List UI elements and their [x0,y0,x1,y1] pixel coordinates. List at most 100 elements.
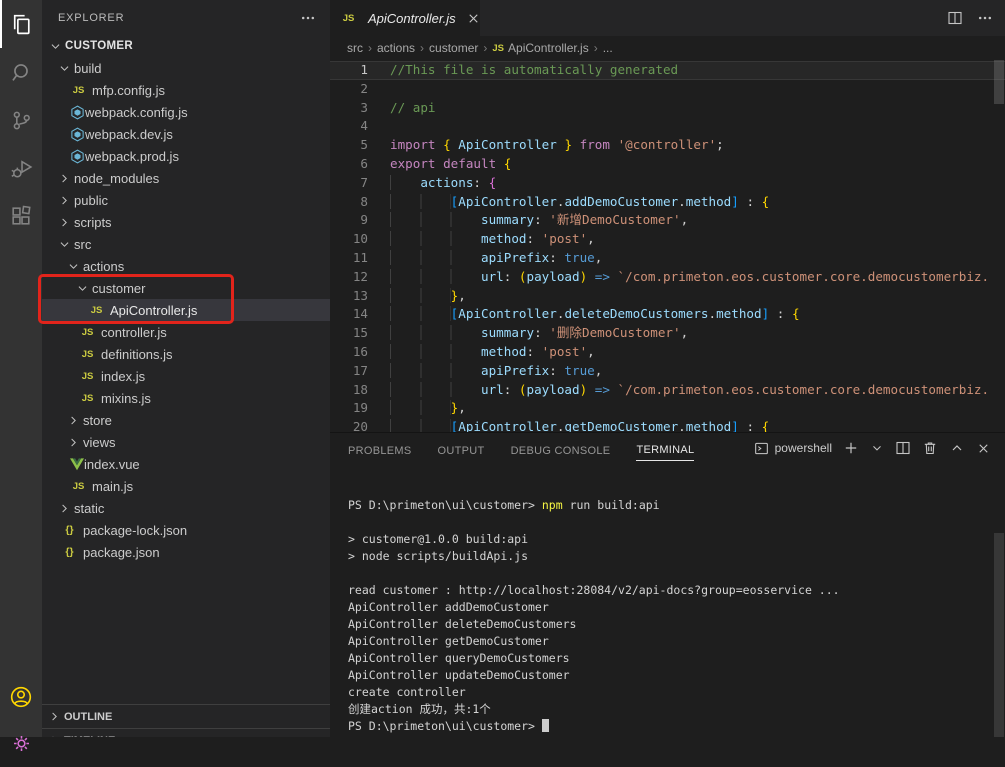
code-line-13[interactable]: 13 }, [330,287,1005,306]
breadcrumb-item--[interactable]: ... [603,41,613,55]
terminal-line[interactable]: PS D:\primeton\ui\customer> [348,718,993,735]
new-terminal-icon[interactable] [843,440,859,456]
code-line-4[interactable]: 4 [330,117,1005,136]
tree-item-store[interactable]: store [42,409,330,431]
terminal-line[interactable]: ApiController updateDemoCustomer [348,667,993,684]
terminal-scrollbar[interactable] [994,533,1004,737]
code-line-14[interactable]: 14 [ApiController.deleteDemoCustomers.me… [330,305,1005,324]
code-line-17[interactable]: 17 apiPrefix: true, [330,362,1005,381]
tree-item-actions[interactable]: actions [42,255,330,277]
activity-bar-item-manage[interactable] [0,719,42,767]
terminal-line[interactable]: ApiController getDemoCustomer [348,633,993,650]
terminal-line[interactable]: ApiController deleteDemoCustomers [348,616,993,633]
terminal-line[interactable]: > customer@1.0.0 build:api [348,531,993,548]
activity-bar-item-search[interactable] [0,48,42,96]
terminal-line[interactable]: read customer : http://localhost:28084/v… [348,582,993,599]
kill-terminal-icon[interactable] [922,440,938,456]
code-line-8[interactable]: 8 [ApiController.addDemoCustomer.method]… [330,193,1005,212]
code-line-18[interactable]: 18 url: (payload) => `/com.primeton.eos.… [330,381,1005,400]
code-line-15[interactable]: 15 summary: '删除DemoCustomer', [330,324,1005,343]
tree-item-definitions-js[interactable]: JSdefinitions.js [42,343,330,365]
code-line-2[interactable]: 2 [330,80,1005,99]
tree-item-static[interactable]: static [42,497,330,519]
split-terminal-icon[interactable] [895,440,911,456]
outline-section[interactable]: OUTLINE [42,704,330,728]
tree-item-index-js[interactable]: JSindex.js [42,365,330,387]
code-line-16[interactable]: 16 method: 'post', [330,343,1005,362]
tree-item-webpack-dev-js[interactable]: webpack.dev.js [42,123,330,145]
breadcrumb-item-src[interactable]: src [347,41,363,55]
tree-item-node-modules[interactable]: node_modules [42,167,330,189]
breadcrumb-item-customer[interactable]: customer [429,41,478,55]
code-line-5[interactable]: 5import { ApiController } from '@control… [330,136,1005,155]
code-line-12[interactable]: 12 url: (payload) => `/com.primeton.eos.… [330,268,1005,287]
tree-item-webpack-prod-js[interactable]: webpack.prod.js [42,145,330,167]
more-actions-icon[interactable] [977,10,993,26]
breadcrumb-item-actions[interactable]: actions [377,41,415,55]
terminal-line[interactable]: > node scripts/buildApi.js [348,548,993,565]
code-line-7[interactable]: 7 actions: { [330,174,1005,193]
tree-item-build[interactable]: build [42,57,330,79]
panel-tab-problems[interactable]: PROBLEMS [348,436,412,461]
tree-item-label: scripts [74,215,112,230]
terminal-line[interactable]: 创建action 成功，共:1个 [348,701,993,718]
code-line-6[interactable]: 6export default { [330,155,1005,174]
terminal-line[interactable]: ApiController queryDemoCustomers [348,650,993,667]
tree-item-mfp-config-js[interactable]: JSmfp.config.js [42,79,330,101]
split-editor-icon[interactable] [947,10,963,26]
tree-item-src[interactable]: src [42,233,330,255]
terminal-line[interactable] [348,565,993,582]
panel-tab-terminal[interactable]: TERMINAL [636,435,694,461]
activity-bar-item-run-and-debug[interactable] [0,144,42,192]
tree-item-customer[interactable]: CUSTOMER [42,35,330,57]
activity-bar-item-source-control[interactable] [0,96,42,144]
code-line-1[interactable]: 1//This file is automatically generated [330,61,1005,80]
code-line-text: export default { [390,155,1005,174]
close-panel-icon[interactable] [976,441,991,456]
code-line-19[interactable]: 19 }, [330,399,1005,418]
tree-item-webpack-config-js[interactable]: webpack.config.js [42,101,330,123]
js-file-icon: JS [340,13,357,24]
maximize-panel-icon[interactable] [949,440,965,456]
code-line-11[interactable]: 11 apiPrefix: true, [330,249,1005,268]
code-line-20[interactable]: 20 [ApiController.getDemoCustomer.method… [330,418,1005,433]
breadcrumb-separator-icon: › [368,41,372,55]
code-line-9[interactable]: 9 summary: '新增DemoCustomer', [330,211,1005,230]
terminal-picker-icon[interactable] [870,441,884,455]
code-line-text: }, [390,287,1005,306]
shell-label: powershell [775,441,832,455]
tree-item-scripts[interactable]: scripts [42,211,330,233]
activity-bar-item-account[interactable] [0,673,42,721]
tree-item-public[interactable]: public [42,189,330,211]
code-editor[interactable]: 1//This file is automatically generated2… [330,60,1005,433]
shell-selector[interactable]: powershell [754,441,832,456]
close-tab-icon[interactable] [466,11,481,26]
breadcrumb-item-apicontroller-js[interactable]: JSApiController.js [492,41,588,55]
terminal-line[interactable]: PS D:\primeton\ui\customer> npm run buil… [348,497,993,514]
terminal-line[interactable] [348,514,993,531]
terminal-output[interactable]: PS D:\primeton\ui\customer> npm run buil… [330,463,993,737]
tree-item-package-lock-json[interactable]: {}package-lock.json [42,519,330,541]
panel-tab-output[interactable]: OUTPUT [438,436,485,461]
tree-item-controller-js[interactable]: JScontroller.js [42,321,330,343]
tree-item-apicontroller-js[interactable]: JSApiController.js [42,299,330,321]
tree-item-label: package-lock.json [83,523,187,538]
tree-item-label: CUSTOMER [65,40,133,52]
code-line-3[interactable]: 3// api [330,99,1005,118]
more-actions-icon[interactable] [300,10,316,26]
terminal-line[interactable]: create controller [348,684,993,701]
tree-item-customer[interactable]: customer [42,277,330,299]
code-line-10[interactable]: 10 method: 'post', [330,230,1005,249]
tree-item-mixins-js[interactable]: JSmixins.js [42,387,330,409]
panel-tab-debug-console[interactable]: DEBUG CONSOLE [511,436,611,461]
tab-apicontroller[interactable]: JS ApiController.js [330,0,480,36]
tree-item-package-json[interactable]: {}package.json [42,541,330,563]
timeline-section[interactable]: TIMELINE [42,728,330,737]
activity-bar-item-extensions[interactable] [0,192,42,240]
tree-item-index-vue[interactable]: index.vue [42,453,330,475]
activity-bar-item-explorer[interactable] [0,0,42,48]
editor-scrollbar[interactable] [994,60,1004,104]
tree-item-main-js[interactable]: JSmain.js [42,475,330,497]
tree-item-views[interactable]: views [42,431,330,453]
terminal-line[interactable]: ApiController addDemoCustomer [348,599,993,616]
